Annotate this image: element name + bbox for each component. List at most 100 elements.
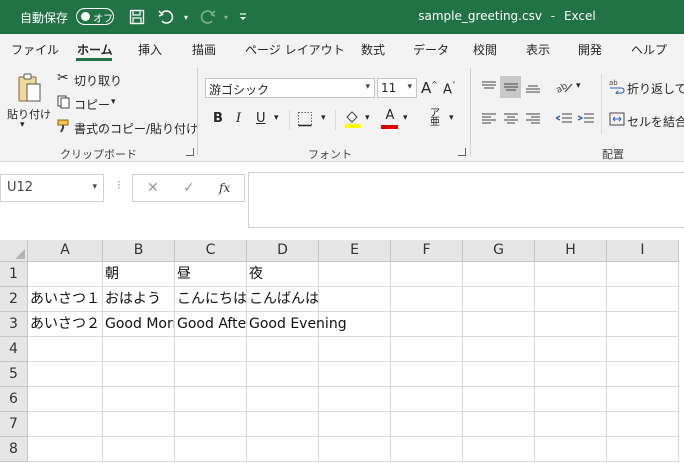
cell-f1[interactable] — [391, 262, 463, 287]
phonetic-guide-icon[interactable]: ア亜 — [430, 109, 440, 128]
column-header-b[interactable]: B — [103, 240, 175, 262]
tab-view[interactable]: 表示 — [526, 41, 550, 58]
cell-b7[interactable] — [103, 412, 175, 437]
underline-button[interactable]: U — [256, 111, 266, 126]
cell-a6[interactable] — [28, 387, 103, 412]
align-middle-icon[interactable] — [500, 76, 521, 98]
cell-h8[interactable] — [535, 437, 607, 462]
copy-dropdown-icon[interactable]: ▾ — [111, 97, 116, 107]
clipboard-dialog-launcher-icon[interactable] — [186, 148, 194, 156]
cell-e1[interactable] — [319, 262, 391, 287]
cell-a2[interactable]: あいさつ１ — [28, 287, 103, 312]
orientation-dropdown-icon[interactable]: ▾ — [576, 81, 581, 91]
cell-a5[interactable] — [28, 362, 103, 387]
italic-button[interactable]: I — [236, 111, 241, 126]
tab-home[interactable]: ホーム — [77, 41, 113, 58]
cell-c1[interactable]: 昼 — [175, 262, 247, 287]
fill-color-icon[interactable] — [344, 109, 362, 132]
cell-d4[interactable] — [247, 337, 319, 362]
tab-review[interactable]: 校閲 — [473, 41, 497, 58]
font-color-dropdown-icon[interactable]: ▾ — [403, 113, 408, 123]
cell-a7[interactable] — [28, 412, 103, 437]
cell-c6[interactable] — [175, 387, 247, 412]
column-header-g[interactable]: G — [463, 240, 535, 262]
row-header-4[interactable]: 4 — [0, 337, 28, 362]
cell-h5[interactable] — [535, 362, 607, 387]
align-center-icon[interactable] — [500, 108, 521, 130]
cell-c5[interactable] — [175, 362, 247, 387]
cell-e7[interactable] — [319, 412, 391, 437]
align-left-icon[interactable] — [478, 108, 499, 130]
cell-d3[interactable]: Good Evening — [247, 312, 347, 337]
align-bottom-icon[interactable] — [522, 76, 543, 98]
cell-e5[interactable] — [319, 362, 391, 387]
cell-h7[interactable] — [535, 412, 607, 437]
cell-b5[interactable] — [103, 362, 175, 387]
cell-c2[interactable]: こんにちは — [175, 287, 247, 312]
underline-dropdown-icon[interactable]: ▾ — [274, 113, 279, 123]
cell-g1[interactable] — [463, 262, 535, 287]
row-header-8[interactable]: 8 — [0, 437, 28, 462]
cell-f6[interactable] — [391, 387, 463, 412]
tab-insert[interactable]: 挿入 — [138, 41, 162, 58]
cell-a8[interactable] — [28, 437, 103, 462]
cell-f3[interactable] — [391, 312, 463, 337]
font-dialog-launcher-icon[interactable] — [458, 148, 466, 156]
cell-i6[interactable] — [607, 387, 679, 412]
cell-g6[interactable] — [463, 387, 535, 412]
copy-button[interactable]: コピー — [74, 96, 110, 113]
fill-color-dropdown-icon[interactable]: ▾ — [365, 113, 370, 123]
font-size-dropdown-icon[interactable]: ▾ — [407, 82, 412, 92]
font-name-combo[interactable]: 游ゴシック ▾ — [205, 78, 375, 98]
column-header-d[interactable]: D — [247, 240, 319, 262]
cell-h1[interactable] — [535, 262, 607, 287]
column-header-c[interactable]: C — [175, 240, 247, 262]
column-header-h[interactable]: H — [535, 240, 607, 262]
column-header-a[interactable]: A — [28, 240, 103, 262]
cell-f5[interactable] — [391, 362, 463, 387]
tab-data[interactable]: データ — [413, 41, 449, 58]
cell-c4[interactable] — [175, 337, 247, 362]
decrease-font-size-icon[interactable]: Aˇ — [443, 81, 456, 97]
cell-d6[interactable] — [247, 387, 319, 412]
column-header-f[interactable]: F — [391, 240, 463, 262]
cut-button[interactable]: 切り取り — [74, 72, 122, 89]
font-name-dropdown-icon[interactable]: ▾ — [365, 82, 370, 92]
wrap-text-button[interactable]: 折り返して全 — [627, 80, 684, 97]
cell-f7[interactable] — [391, 412, 463, 437]
cell-b2[interactable]: おはよう — [103, 287, 175, 312]
increase-indent-icon[interactable] — [575, 108, 596, 130]
align-right-icon[interactable] — [522, 108, 543, 130]
cell-d8[interactable] — [247, 437, 319, 462]
cell-c8[interactable] — [175, 437, 247, 462]
tab-draw[interactable]: 描画 — [192, 41, 216, 58]
cell-g3[interactable] — [463, 312, 535, 337]
tab-page-layout[interactable]: ページ レイアウト — [245, 41, 345, 58]
formula-input[interactable] — [248, 172, 684, 228]
cell-a1[interactable] — [28, 262, 103, 287]
cell-h6[interactable] — [535, 387, 607, 412]
borders-dropdown-icon[interactable]: ▾ — [321, 113, 326, 123]
cell-g4[interactable] — [463, 337, 535, 362]
cell-b8[interactable] — [103, 437, 175, 462]
borders-icon[interactable] — [297, 111, 313, 130]
cell-g5[interactable] — [463, 362, 535, 387]
format-painter-button[interactable]: 書式のコピー/貼り付け — [74, 120, 198, 137]
cell-h3[interactable] — [535, 312, 607, 337]
cell-f8[interactable] — [391, 437, 463, 462]
select-all-button[interactable] — [0, 240, 28, 262]
row-header-6[interactable]: 6 — [0, 387, 28, 412]
cell-b6[interactable] — [103, 387, 175, 412]
cell-h2[interactable] — [535, 287, 607, 312]
cell-g2[interactable] — [463, 287, 535, 312]
cell-e6[interactable] — [319, 387, 391, 412]
column-header-e[interactable]: E — [319, 240, 391, 262]
cell-i7[interactable] — [607, 412, 679, 437]
name-box-dropdown-icon[interactable]: ▾ — [92, 182, 97, 192]
cell-i1[interactable] — [607, 262, 679, 287]
tab-formulas[interactable]: 数式 — [361, 41, 385, 58]
paste-button[interactable]: 貼り付け — [7, 106, 51, 122]
cell-i3[interactable] — [607, 312, 679, 337]
cell-d1[interactable]: 夜 — [247, 262, 319, 287]
cell-g7[interactable] — [463, 412, 535, 437]
